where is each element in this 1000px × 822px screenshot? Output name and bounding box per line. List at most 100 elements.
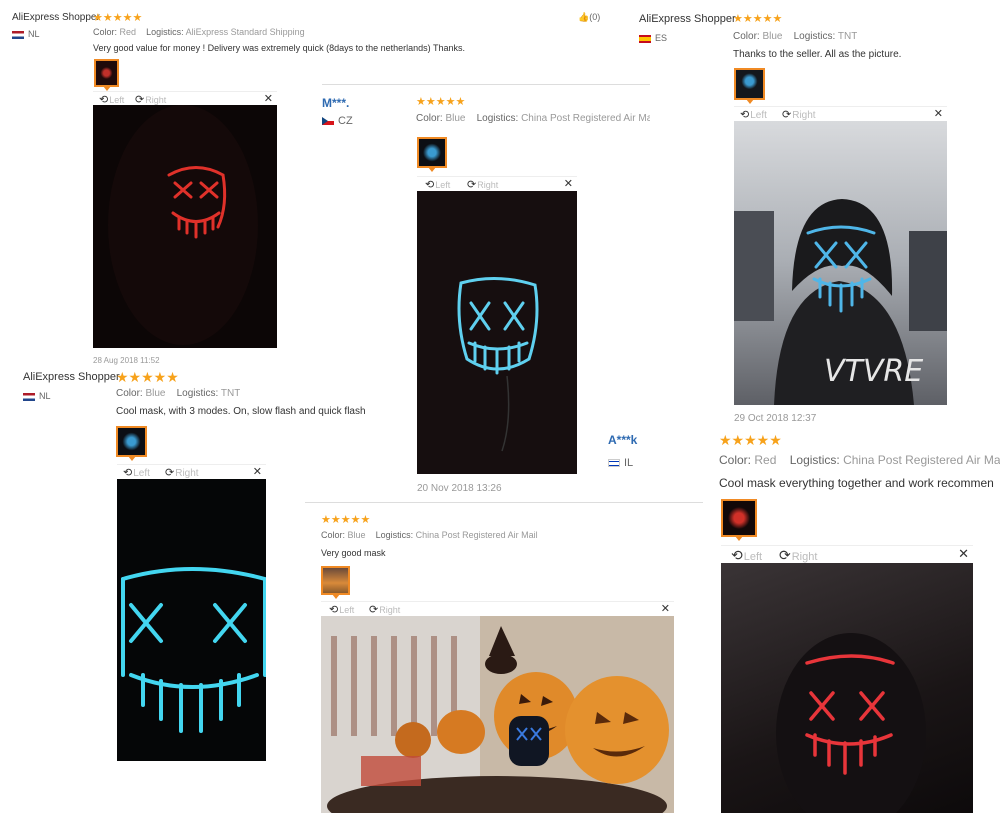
close-icon: ✕ — [933, 108, 943, 120]
rotate-right-label: Right — [175, 468, 199, 479]
order-info: Color: Red Logistics: China Post Registe… — [719, 453, 1000, 467]
close-button[interactable]: ✕ — [264, 92, 273, 105]
mask-photo-blue-closeup — [121, 567, 266, 733]
order-info: Color: Red Logistics: AliExpress Standar… — [93, 27, 393, 37]
color-label: Color: — [733, 31, 760, 42]
israel-flag-icon — [608, 459, 620, 468]
close-button[interactable]: ✕ — [958, 546, 969, 562]
rotate-left-button[interactable]: ⟲Left — [123, 466, 150, 479]
country: IL — [608, 457, 633, 469]
rotate-right-label: Right — [379, 605, 401, 615]
color-value: Blue — [762, 31, 783, 42]
review-photo — [93, 105, 277, 348]
review-text: Very good mask — [321, 548, 386, 558]
rotate-left-icon: ⟲ — [740, 109, 750, 121]
review-photo — [417, 191, 577, 474]
color-value: Blue — [445, 113, 466, 124]
netherlands-flag-icon — [12, 30, 24, 39]
rotate-left-button[interactable]: ⟲Left — [329, 603, 354, 616]
reviewer-name[interactable]: M***. — [322, 96, 349, 110]
rotate-right-icon: ⟳ — [782, 109, 792, 121]
review-photo — [721, 563, 973, 813]
mask-photo-red — [776, 633, 926, 813]
photo-thumbnail[interactable] — [116, 426, 147, 461]
mask-photo-blue: VTVRE — [734, 199, 947, 405]
image-toolbar: ⟲Left ⟳Right ✕ — [734, 106, 947, 121]
country: ES — [639, 33, 667, 43]
logistics-value: AliExpress Standard Shipping — [185, 27, 305, 37]
close-icon: ✕ — [958, 546, 969, 561]
photo-thumbnail[interactable] — [94, 59, 119, 91]
rotate-left-icon: ⟲ — [731, 547, 743, 563]
rotate-left-label: Left — [743, 551, 763, 563]
close-button[interactable]: ✕ — [564, 177, 573, 190]
rotate-left-label: Left — [750, 110, 767, 121]
review-text: Thanks to the seller. All as the picture… — [733, 49, 902, 60]
rotate-right-button[interactable]: ⟳Right — [467, 178, 498, 191]
country: NL — [12, 29, 40, 39]
country-code: NL — [28, 29, 40, 39]
rating-stars: ★★★★★ — [93, 12, 143, 24]
mask-photo-red — [108, 105, 258, 345]
color-value: Blue — [145, 388, 166, 399]
logistics-value: China Post Registered Air Mai — [521, 113, 650, 124]
image-toolbar: ⟲Left ⟳Right ✕ — [117, 464, 266, 479]
logistics-value: China Post Registered Air Mail — [843, 453, 1000, 467]
divider — [322, 84, 650, 85]
close-icon: ✕ — [252, 466, 262, 478]
rating-stars: ★★★★★ — [719, 432, 782, 448]
rotate-right-label: Right — [791, 551, 818, 563]
logistics-label: Logistics: — [375, 530, 414, 540]
image-toolbar: ⟲Left ⟳Right ✕ — [321, 601, 674, 616]
logistics-label: Logistics: — [476, 113, 519, 124]
rotate-right-icon: ⟳ — [369, 604, 379, 616]
photo-thumbnail[interactable] — [734, 68, 765, 104]
rotate-right-icon: ⟳ — [165, 467, 175, 479]
review-text: Very good value for money ! Delivery was… — [93, 43, 466, 53]
color-value: Red — [119, 27, 137, 37]
reviewer-name[interactable]: A***k — [608, 433, 637, 447]
spain-flag-icon — [639, 34, 651, 43]
reviewer-name: AliExpress Shopper — [639, 13, 736, 25]
thumbs-up-icon: 👍 — [578, 12, 590, 22]
czech-flag-icon — [322, 117, 334, 126]
close-button[interactable]: ✕ — [661, 602, 670, 615]
color-label: Color: — [93, 27, 118, 37]
rotate-left-button[interactable]: ⟲Left — [425, 178, 450, 191]
rotate-right-button[interactable]: ⟳Right — [782, 108, 816, 121]
rotate-right-button[interactable]: ⟳Right — [369, 603, 400, 616]
country-code: CZ — [338, 115, 353, 127]
rotate-left-button[interactable]: ⟲Left — [731, 547, 762, 564]
helpful-button[interactable]: 👍(0) — [578, 12, 600, 23]
rotate-right-button[interactable]: ⟳Right — [165, 466, 199, 479]
image-toolbar: ⟲Left ⟳Right ✕ — [417, 176, 577, 191]
country: CZ — [322, 115, 353, 127]
logistics-value: China Post Registered Air Mail — [415, 530, 538, 540]
rotate-right-label: Right — [145, 95, 167, 105]
image-toolbar: ⟲Left ⟳Right ✕ — [93, 91, 277, 106]
country: NL — [23, 391, 51, 401]
close-button[interactable]: ✕ — [934, 107, 943, 120]
color-value: Red — [754, 453, 777, 467]
rating-stars: ★★★★★ — [321, 514, 371, 526]
reviewer-name: AliExpress Shopper — [23, 371, 120, 383]
review-date: 20 Nov 2018 13:26 — [417, 483, 502, 494]
rating-stars: ★★★★★ — [116, 369, 179, 385]
rotate-left-icon: ⟲ — [123, 467, 133, 479]
review-date: 29 Oct 2018 12:37 — [734, 413, 817, 424]
photo-thumbnail[interactable] — [417, 137, 447, 172]
rotate-right-label: Right — [792, 110, 816, 121]
rotate-right-icon: ⟳ — [467, 179, 477, 191]
country-code: NL — [39, 391, 51, 401]
review-photo: VTVRE — [734, 121, 947, 405]
rotate-left-icon: ⟲ — [425, 179, 435, 191]
logistics-label: Logistics: — [793, 31, 836, 42]
rotate-right-button[interactable]: ⟳Right — [779, 547, 817, 564]
close-button[interactable]: ✕ — [253, 465, 262, 478]
mask-photo-blue — [457, 276, 539, 452]
photo-thumbnail[interactable] — [321, 566, 350, 599]
photo-thumbnail[interactable] — [721, 499, 757, 541]
rotate-left-button[interactable]: ⟲Left — [740, 108, 767, 121]
color-label: Color: — [416, 113, 443, 124]
close-icon: ✕ — [263, 93, 273, 105]
